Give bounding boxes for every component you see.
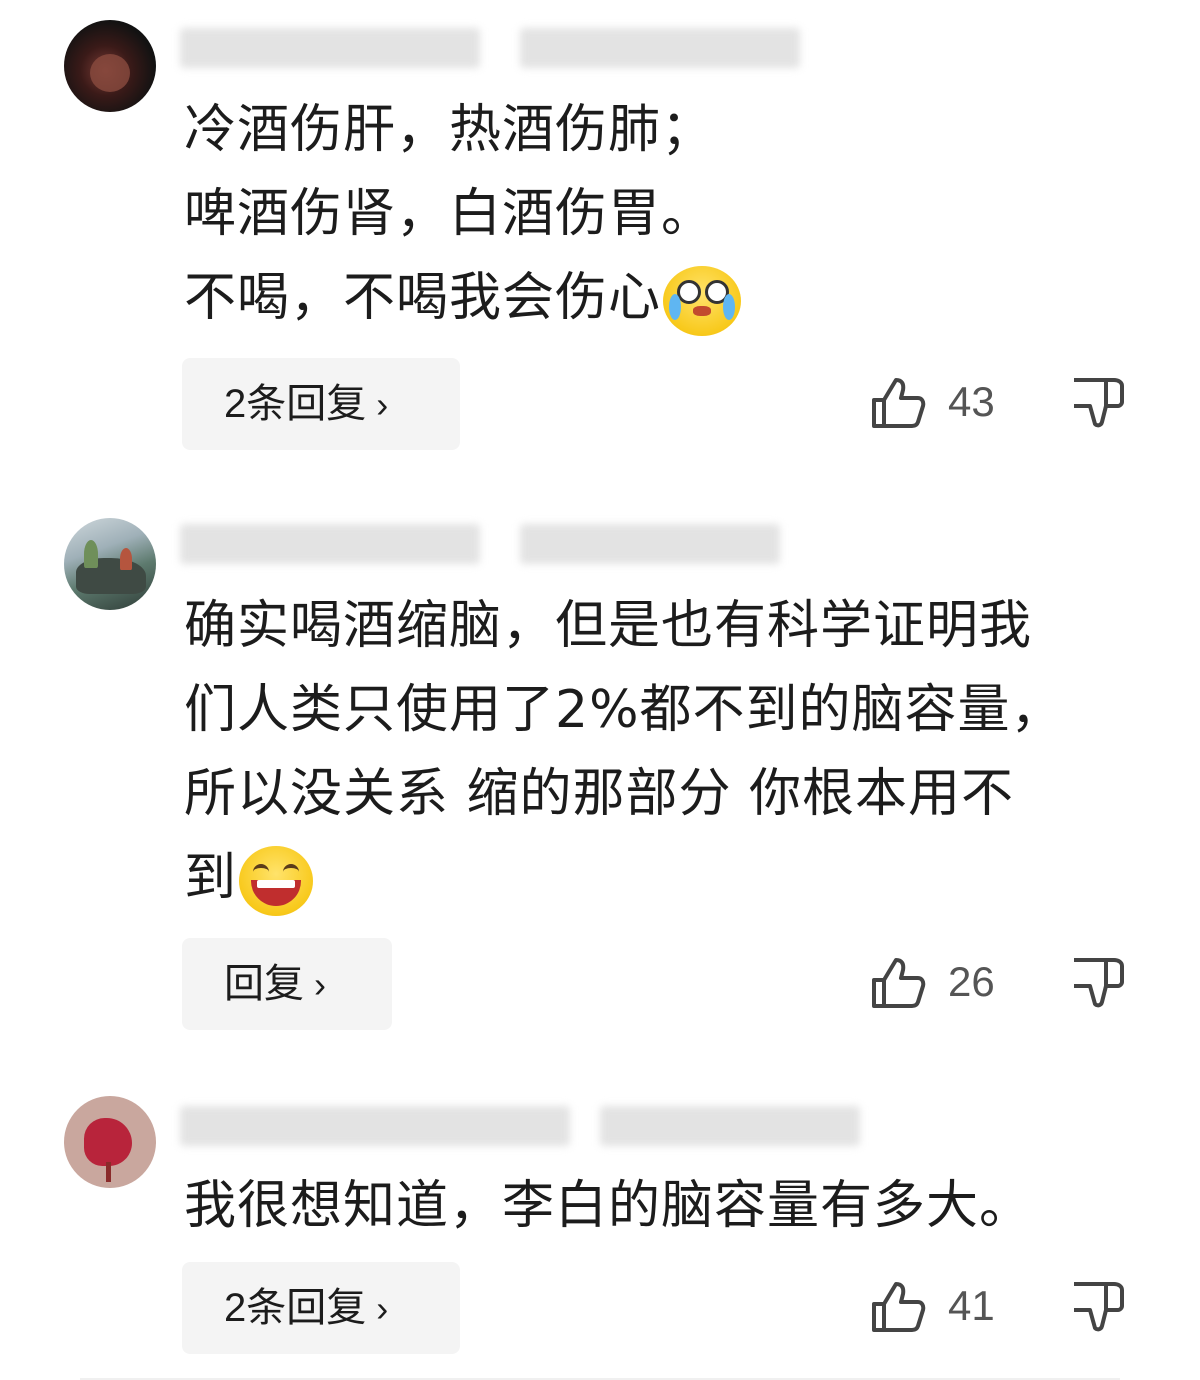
thumbs-up-icon [872, 378, 926, 428]
reply-button[interactable]: 回复 › [182, 938, 392, 1030]
chevron-right-icon: › [376, 384, 389, 425]
thumbs-up-icon [872, 1282, 926, 1332]
laughing-face-emoji [239, 846, 314, 916]
dislike-button[interactable] [1070, 1280, 1130, 1340]
thumbs-down-icon [1074, 958, 1124, 1008]
comment-line: 到 [184, 848, 238, 908]
avatar[interactable] [64, 1096, 156, 1188]
comment-line: 们人类只使用了2%都不到的脑容量， [184, 680, 1064, 740]
comment-line: 所以没关系 缩的那部分 你根本用不 [184, 764, 1015, 824]
reply-label: 2条回复 [224, 1286, 367, 1330]
avatar[interactable] [64, 20, 156, 112]
crying-face-emoji [663, 266, 742, 336]
thumbs-up-icon [872, 958, 926, 1008]
comment-line: 确实喝酒缩脑，但是也有科学证明我 [184, 596, 1033, 656]
view-replies-button[interactable]: 2条回复 › [182, 358, 460, 450]
like-count: 26 [948, 958, 995, 1005]
comment-line: 冷酒伤肝，热酒伤肺； [184, 100, 715, 160]
reply-label: 2条回复 [224, 382, 367, 426]
comment-line: 我很想知道，李白的脑容量有多大。 [184, 1176, 1033, 1236]
comment-item: 确实喝酒缩脑，但是也有科学证明我 们人类只使用了2%都不到的脑容量， 所以没关系… [0, 500, 1200, 1040]
dislike-button[interactable] [1070, 376, 1130, 436]
chevron-right-icon: › [376, 1288, 389, 1329]
thumbs-down-icon [1074, 1282, 1124, 1332]
comment-item: 我很想知道，李白的脑容量有多大。 2条回复 › 41 [0, 1080, 1200, 1370]
like-count: 41 [948, 1282, 995, 1329]
view-replies-button[interactable]: 2条回复 › [182, 1262, 460, 1354]
like-button[interactable]: 43 [870, 372, 1010, 432]
thumbs-down-icon [1074, 378, 1124, 428]
comment-text: 确实喝酒缩脑，但是也有科学证明我 们人类只使用了2%都不到的脑容量， 所以没关系… [184, 584, 1144, 920]
avatar[interactable] [64, 518, 156, 610]
like-button[interactable]: 41 [870, 1276, 1010, 1336]
comment-item: 冷酒伤肝，热酒伤肺； 啤酒伤肾，白酒伤胃。 不喝，不喝我会伤心 2条回复 › 43 [0, 0, 1200, 460]
like-count: 43 [948, 378, 995, 425]
comment-line: 啤酒伤肾，白酒伤胃。 [184, 184, 715, 244]
like-button[interactable]: 26 [870, 952, 1010, 1012]
reply-label: 回复 [224, 962, 304, 1006]
comment-text: 我很想知道，李白的脑容量有多大。 [184, 1164, 1144, 1248]
comment-line: 不喝，不喝我会伤心 [184, 268, 662, 328]
dislike-button[interactable] [1070, 956, 1130, 1016]
comment-text: 冷酒伤肝，热酒伤肺； 啤酒伤肾，白酒伤胃。 不喝，不喝我会伤心 [184, 88, 1144, 340]
chevron-right-icon: › [314, 964, 326, 1005]
